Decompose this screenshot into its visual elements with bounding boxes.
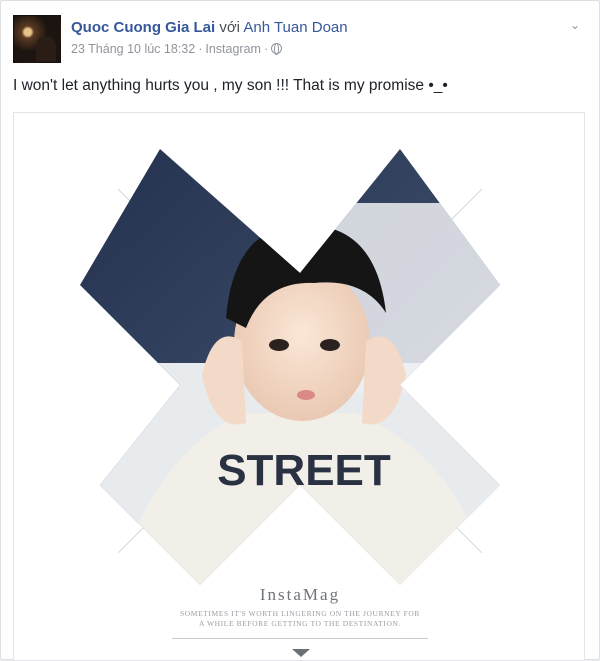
author-line: Quoc Cuong Gia Lai với Anh Tuan Doan xyxy=(71,18,348,38)
post-header: Quoc Cuong Gia Lai với Anh Tuan Doan 23 … xyxy=(71,18,348,56)
tagline-line-2: a while before getting to the destinatio… xyxy=(199,619,401,628)
post-photo[interactable]: STREET InstaMag Sometimes it's worth lin… xyxy=(13,112,585,661)
instamag-collage: STREET xyxy=(80,149,500,585)
post-meta: 23 Tháng 10 lúc 18:32 · Instagram · xyxy=(71,42,348,56)
tagged-person-link[interactable]: Anh Tuan Doan xyxy=(243,19,347,36)
post-timestamp-link[interactable]: 23 Tháng 10 lúc 18:32 xyxy=(71,42,195,56)
post-message: I won't let anything hurts you , my son … xyxy=(13,77,448,94)
photo-notch-icon xyxy=(292,649,310,657)
meta-separator-2: · xyxy=(263,42,269,56)
tagline-line-1: Sometimes it's worth lingering on the jo… xyxy=(180,609,420,618)
boy-photo: STREET xyxy=(80,149,500,585)
svg-text:STREET: STREET xyxy=(217,446,391,495)
author-avatar[interactable] xyxy=(13,15,61,63)
instamag-tagline: Sometimes it's worth lingering on the jo… xyxy=(14,609,584,629)
instamag-brand: InstaMag xyxy=(259,585,341,604)
post-card: Quoc Cuong Gia Lai với Anh Tuan Doan 23 … xyxy=(0,0,600,661)
chevron-down-icon[interactable]: ⌄ xyxy=(569,19,581,31)
meta-separator: · xyxy=(198,42,203,56)
with-label: với xyxy=(219,19,241,36)
post-source: Instagram xyxy=(205,42,261,56)
author-name-link[interactable]: Quoc Cuong Gia Lai xyxy=(71,19,215,36)
photo-divider xyxy=(172,638,428,639)
globe-icon[interactable] xyxy=(271,43,283,55)
